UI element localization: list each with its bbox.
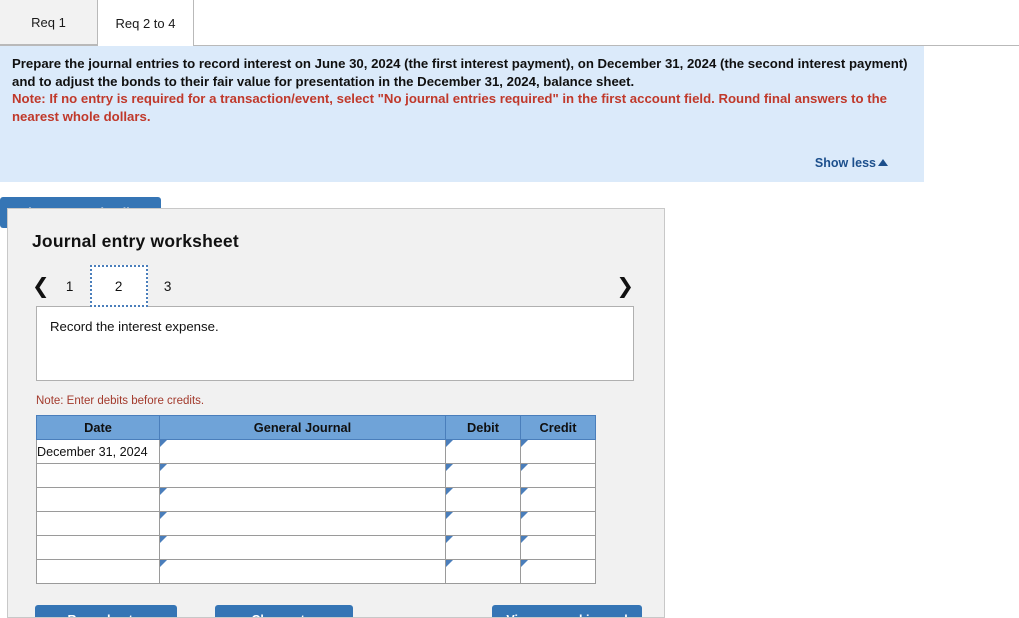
- tab-req-1[interactable]: Req 1: [0, 0, 98, 45]
- cell-date[interactable]: [36, 559, 160, 584]
- tab-req-2-to-4-label: Req 2 to 4: [115, 15, 176, 31]
- triangle-up-icon: [878, 159, 888, 166]
- worksheet-pager: ❮ 1 2 3 ❯: [8, 265, 664, 307]
- column-header-credit: Credit: [520, 415, 596, 440]
- cell-date[interactable]: [36, 511, 160, 536]
- table-row: [36, 463, 596, 488]
- table-row: [36, 559, 596, 584]
- cell-debit[interactable]: [445, 487, 521, 512]
- cell-credit[interactable]: [520, 487, 596, 512]
- cell-debit[interactable]: [445, 439, 521, 464]
- show-less-toggle[interactable]: Show less: [815, 156, 888, 170]
- journal-entry-worksheet-panel: Journal entry worksheet ❮ 1 2 3 ❯ Record…: [7, 208, 665, 618]
- cell-credit[interactable]: [520, 559, 596, 584]
- table-row: [36, 487, 596, 512]
- cell-credit[interactable]: [520, 439, 596, 464]
- table-row: December 31, 2024: [36, 439, 596, 464]
- cell-general-journal[interactable]: [159, 535, 446, 560]
- note-enter-debits-before-credits: Note: Enter debits before credits.: [36, 395, 205, 407]
- cell-general-journal[interactable]: [159, 559, 446, 584]
- cell-general-journal[interactable]: [159, 487, 446, 512]
- page-button-2[interactable]: 2: [89, 265, 148, 307]
- cell-credit[interactable]: [520, 463, 596, 488]
- worksheet-action-bar: Record entry Clear entry View general jo…: [8, 605, 664, 617]
- cell-debit[interactable]: [445, 559, 521, 584]
- tab-req-1-label: Req 1: [31, 14, 66, 30]
- chevron-left-icon[interactable]: ❮: [32, 275, 50, 297]
- page-button-3[interactable]: 3: [148, 267, 188, 305]
- instructions-note: Note: If no entry is required for a tran…: [12, 91, 887, 124]
- cell-date[interactable]: December 31, 2024: [36, 439, 160, 464]
- cell-debit[interactable]: [445, 463, 521, 488]
- chevron-right-icon[interactable]: ❯: [616, 275, 634, 297]
- cell-date[interactable]: [36, 487, 160, 512]
- tab-strip: Req 1 Req 2 to 4: [0, 0, 1019, 46]
- instructions-panel: Prepare the journal entries to record in…: [0, 46, 924, 154]
- show-less-row: Show less: [0, 154, 924, 182]
- instructions-line-1: Prepare the journal entries to record in…: [12, 56, 908, 89]
- entry-description-text: Record the interest expense.: [50, 319, 219, 334]
- cell-debit[interactable]: [445, 535, 521, 560]
- cell-date[interactable]: [36, 535, 160, 560]
- column-header-general-journal: General Journal: [159, 415, 446, 440]
- cell-general-journal[interactable]: [159, 463, 446, 488]
- cell-debit[interactable]: [445, 511, 521, 536]
- tab-strip-filler: [194, 0, 1019, 46]
- record-entry-button[interactable]: Record entry: [35, 605, 177, 617]
- clear-entry-button[interactable]: Clear entry: [215, 605, 353, 617]
- cell-date[interactable]: [36, 463, 160, 488]
- show-less-label: Show less: [814, 156, 876, 170]
- journal-entry-table: Date General Journal Debit Credit Decemb…: [36, 415, 596, 584]
- column-header-debit: Debit: [445, 415, 521, 440]
- table-row: [36, 511, 596, 536]
- cell-credit[interactable]: [520, 535, 596, 560]
- cell-credit[interactable]: [520, 511, 596, 536]
- cell-general-journal[interactable]: [159, 511, 446, 536]
- tab-req-2-to-4[interactable]: Req 2 to 4: [98, 0, 194, 46]
- entry-description-box: Record the interest expense.: [36, 306, 634, 381]
- table-header-row: Date General Journal Debit Credit: [36, 415, 596, 440]
- table-row: [36, 535, 596, 560]
- view-general-journal-button[interactable]: View general journal: [492, 605, 642, 617]
- worksheet-title: Journal entry worksheet: [32, 231, 239, 251]
- page-button-1[interactable]: 1: [50, 267, 90, 305]
- column-header-date: Date: [36, 415, 160, 440]
- cell-general-journal[interactable]: [159, 439, 446, 464]
